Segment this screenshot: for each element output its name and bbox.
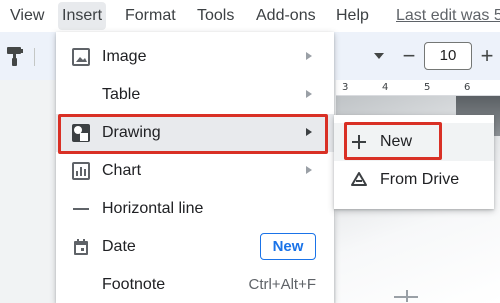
menu-item-label: Chart (102, 162, 142, 179)
submenu-item-label: From Drive (380, 171, 460, 188)
shortcut-label: Ctrl+Alt+F (248, 276, 316, 293)
ruler-tick-label: 4 (382, 82, 389, 93)
menu-item-image[interactable]: Image (56, 38, 334, 76)
menu-insert[interactable]: Insert (58, 2, 107, 30)
menu-addons[interactable]: Add-ons (252, 2, 320, 30)
menu-tools[interactable]: Tools (193, 2, 238, 30)
paint-format-icon[interactable] (6, 45, 24, 67)
menu-help[interactable]: Help (332, 2, 373, 30)
last-edit-link[interactable]: Last edit was 5 (396, 2, 500, 30)
font-size-input[interactable]: 10 (424, 42, 472, 70)
decrease-font-size-button[interactable]: − (397, 43, 421, 69)
ruler: 3 4 5 6 (336, 80, 500, 96)
menu-item-label: Horizontal line (102, 200, 204, 217)
submenu-arrow-icon (306, 90, 312, 98)
chart-icon (72, 162, 90, 180)
menu-view[interactable]: View (6, 2, 48, 30)
submenu-arrow-icon (306, 166, 312, 174)
submenu-arrow-icon (306, 52, 312, 60)
menu-item-label: Table (102, 86, 141, 103)
increase-font-size-button[interactable]: + (475, 43, 499, 69)
drive-icon (351, 172, 367, 186)
ruler-tick-label: 6 (464, 82, 471, 93)
new-badge: New (260, 233, 316, 260)
submenu-item-from-drive[interactable]: From Drive (334, 161, 494, 199)
new-highlight-box (344, 122, 442, 160)
menu-item-horizontal-line[interactable]: Horizontal line (56, 190, 334, 228)
ruler-tick-label: 3 (342, 82, 349, 93)
menu-item-footnote[interactable]: Footnote Ctrl+Alt+F (56, 266, 334, 303)
menu-item-date[interactable]: Date New (56, 228, 334, 266)
menu-format[interactable]: Format (121, 2, 180, 30)
toolbar-divider (34, 48, 35, 66)
insert-menu: Image Table Drawing Chart Horizontal lin… (56, 32, 334, 303)
menu-item-label: Date (102, 238, 136, 255)
menu-item-label: Footnote (102, 276, 166, 293)
menu-item-label: Image (102, 48, 147, 65)
menu-item-table[interactable]: Table (56, 76, 334, 114)
calendar-icon (74, 239, 88, 255)
horizontal-line-icon (73, 208, 89, 210)
image-icon (72, 48, 90, 66)
menu-bar: View Insert Format Tools Add-ons Help La… (0, 0, 500, 32)
ruler-tick-label: 5 (424, 82, 431, 93)
drawing-highlight-box (58, 114, 328, 154)
dropdown-arrow-icon[interactable] (372, 51, 386, 61)
photo-detail (406, 290, 408, 302)
menu-item-chart[interactable]: Chart (56, 152, 334, 190)
